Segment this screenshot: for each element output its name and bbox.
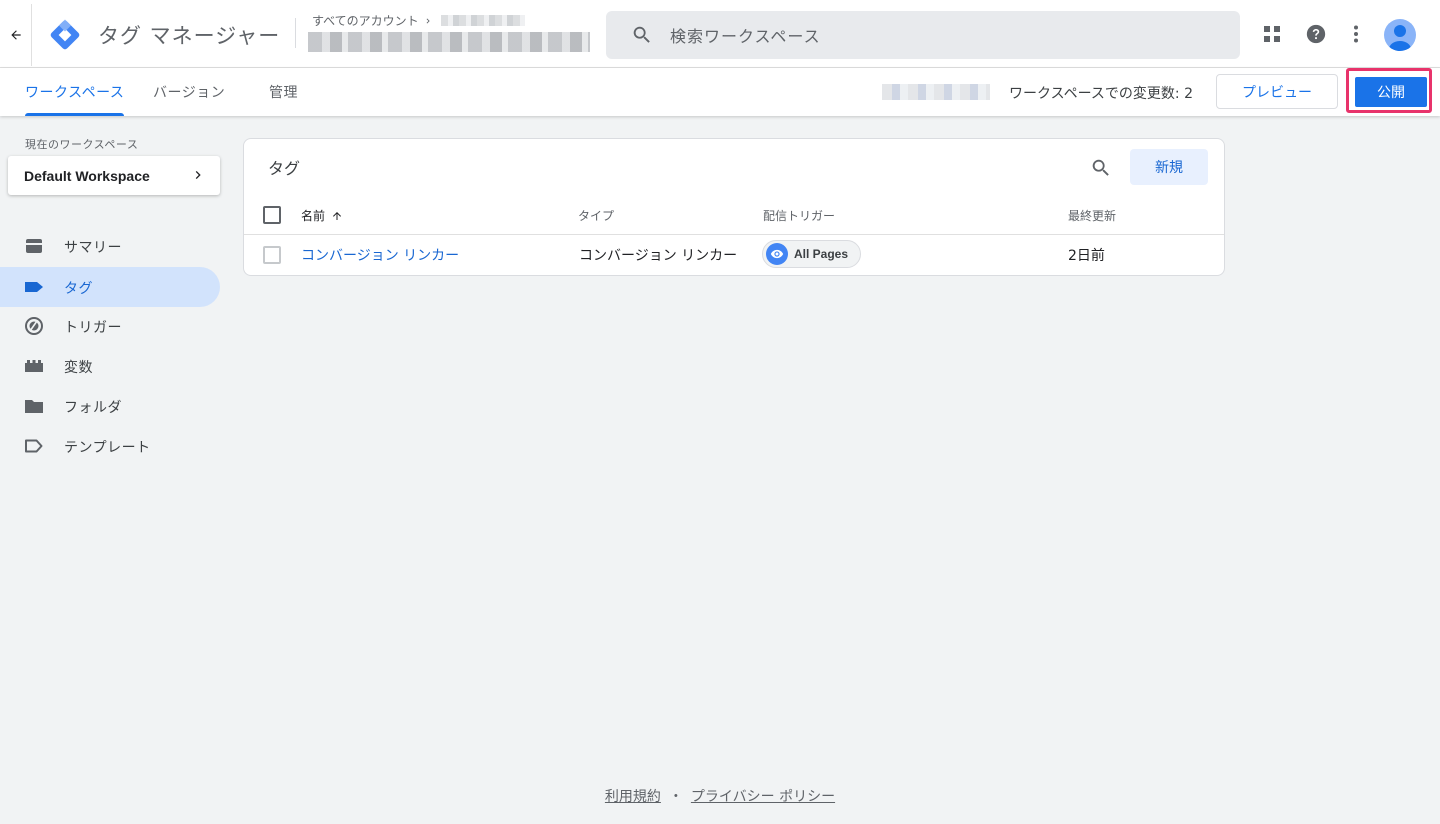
app-bar: タグ マネージャー すべてのアカウント 検索ワークスペース <box>0 0 1440 68</box>
sidebar-item-label: トリガー <box>64 320 122 336</box>
select-all-checkbox[interactable] <box>263 206 281 224</box>
sidebar-item-folders[interactable]: フォルダ <box>0 386 220 426</box>
column-header-type[interactable]: タイプ <box>578 207 614 224</box>
sidebar-item-tags[interactable]: タグ <box>0 267 220 307</box>
redacted-workspace-info <box>882 84 990 100</box>
chevron-right-icon <box>426 18 430 23</box>
row-checkbox[interactable] <box>263 246 281 264</box>
app-title: タグ マネージャー <box>98 24 281 48</box>
tab-admin[interactable]: 管理 <box>269 68 298 116</box>
eye-icon <box>766 243 788 265</box>
card-title: タグ <box>268 159 301 178</box>
trigger-icon <box>25 317 43 335</box>
arrow-up-icon <box>333 211 342 220</box>
publish-button[interactable]: 公開 <box>1355 77 1427 107</box>
sidebar-item-label: タグ <box>64 281 93 297</box>
tag-last-updated: 2日前 <box>1068 248 1105 264</box>
help-button[interactable] <box>1302 20 1330 48</box>
arrow-back-icon <box>10 30 21 40</box>
preview-button[interactable]: プレビュー <box>1216 74 1338 109</box>
column-header-label: 名前 <box>301 209 326 223</box>
back-button[interactable] <box>0 4 32 66</box>
tag-manager-logo-icon <box>50 19 80 50</box>
sidebar-item-templates[interactable]: テンプレート <box>0 426 220 466</box>
tag-icon <box>25 282 43 292</box>
column-header-updated[interactable]: 最終更新 <box>1068 207 1116 224</box>
terms-link[interactable]: 利用規約 <box>605 789 661 805</box>
sidebar-item-triggers[interactable]: トリガー <box>0 306 220 346</box>
current-workspace-label: 現在のワークスペース <box>25 138 139 151</box>
sidebar-item-label: テンプレート <box>64 440 151 456</box>
chevron-right-icon <box>195 171 201 179</box>
search-icon[interactable] <box>1090 157 1112 179</box>
redacted-account-name <box>440 15 525 26</box>
summary-icon <box>26 239 42 253</box>
publish-highlight-frame: 公開 <box>1346 68 1432 113</box>
breadcrumb[interactable]: すべてのアカウント <box>312 12 525 29</box>
apps-grid-icon <box>1264 26 1280 42</box>
more-menu-button[interactable] <box>1342 20 1370 48</box>
breadcrumb-accounts-link[interactable]: すべてのアカウント <box>312 12 419 29</box>
divider <box>295 18 296 48</box>
sidebar-item-label: サマリー <box>64 240 122 256</box>
account-avatar[interactable] <box>1384 19 1416 51</box>
trigger-chip-label: All Pages <box>794 247 849 261</box>
tab-versions[interactable]: バージョン <box>153 68 225 116</box>
column-header-name[interactable]: 名前 <box>301 207 343 224</box>
workspace-name: Default Workspace <box>24 167 150 184</box>
search-placeholder: 検索ワークスペース <box>670 27 821 46</box>
new-tag-button[interactable]: 新規 <box>1130 149 1208 185</box>
divider <box>244 234 1224 235</box>
privacy-link[interactable]: プライバシー ポリシー <box>691 789 835 805</box>
sidebar-item-variables[interactable]: 変数 <box>0 346 220 386</box>
footer-separator: ・ <box>668 789 683 805</box>
column-header-trigger[interactable]: 配信トリガー <box>763 207 835 224</box>
more-vert-icon <box>1354 25 1358 43</box>
help-icon <box>1306 24 1326 44</box>
trigger-chip[interactable]: All Pages <box>762 240 862 268</box>
workspace-changes-count: ワークスペースでの変更数: 2 <box>1009 86 1193 102</box>
workspace-selector[interactable]: Default Workspace <box>8 156 220 195</box>
sidebar-item-label: フォルダ <box>64 400 122 416</box>
search-icon <box>633 26 650 43</box>
workspace-toolbar: ワークスペース バージョン 管理 ワークスペースでの変更数: 2 プレビュー 公… <box>0 68 1440 116</box>
user-avatar-icon <box>1389 25 1411 51</box>
footer: 利用規約・プライバシー ポリシー <box>0 786 1440 806</box>
apps-button[interactable] <box>1258 20 1286 48</box>
tag-type: コンバージョン リンカー <box>579 248 738 264</box>
sidebar-item-label: 変数 <box>64 360 93 376</box>
sidebar-item-summary[interactable]: サマリー <box>0 226 220 266</box>
search-workspace-input[interactable]: 検索ワークスペース <box>606 11 1240 59</box>
template-icon <box>25 439 43 453</box>
tab-workspace[interactable]: ワークスペース <box>19 68 126 116</box>
folder-icon <box>25 400 43 413</box>
tags-card: タグ 新規 名前 タイプ 配信トリガー 最終更新 コンバージョン リンカー コン… <box>243 138 1225 276</box>
redacted-container-name[interactable] <box>308 32 590 52</box>
tag-name-link[interactable]: コンバージョン リンカー <box>301 245 459 265</box>
variables-icon <box>25 360 43 372</box>
